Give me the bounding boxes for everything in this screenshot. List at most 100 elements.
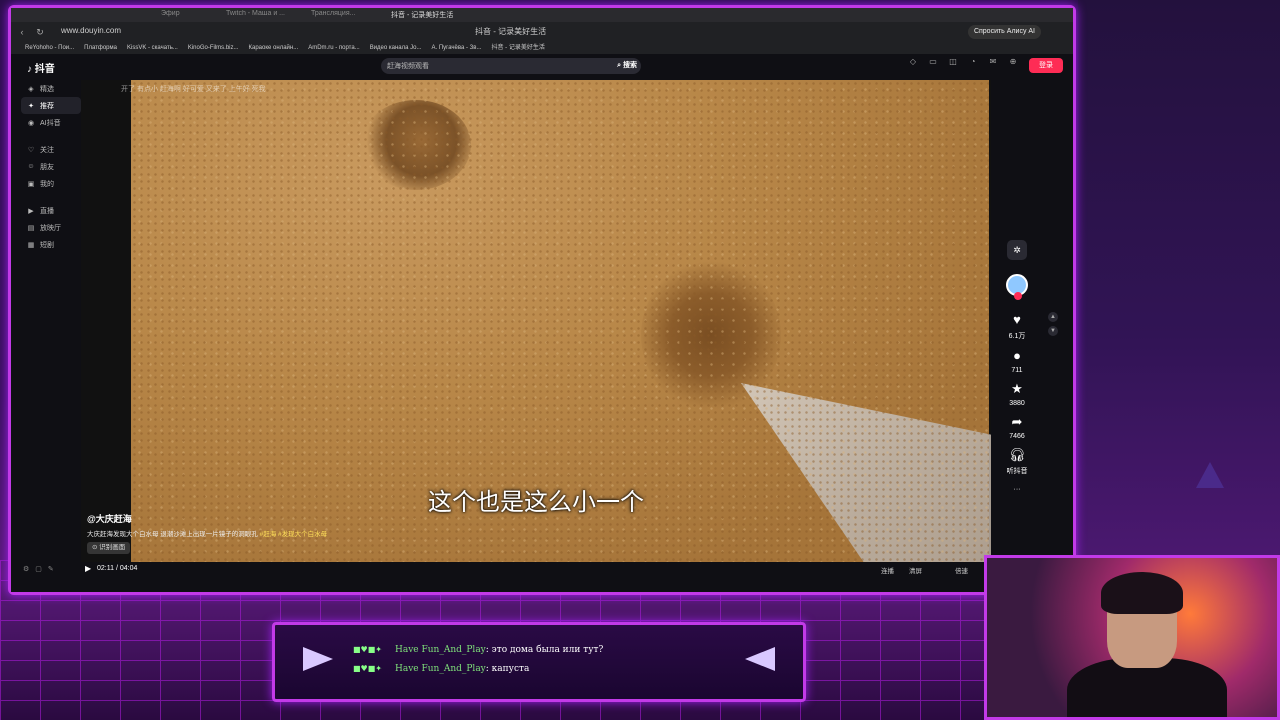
short-drama-icon: ▦ [27,241,35,249]
login-button[interactable]: 登录 [1029,58,1063,73]
player-controls: ▶ 02:11 / 04:04 连播 清屏 倍速 [81,562,991,578]
sidebar-item-mine[interactable]: ▣ 我的 [21,175,81,192]
sidebar-item-label: 推荐 [40,102,54,110]
settings-icon[interactable]: ⚙ [23,565,29,573]
chat-text: капуста [491,664,530,674]
recognize-frame-button[interactable]: ⊙ 识别画面 [87,542,131,554]
browser-window: Эфир Twitch - Маша и ... Трансляция... 抖… [8,5,1076,595]
listen-label: 听抖音 [1006,468,1028,475]
sidebar-item-cinema[interactable]: ▤ 放映厅 [21,219,81,236]
search-button[interactable]: ⌕ 搜索 [617,60,637,70]
recommend-icon: ✦ [28,102,34,110]
sidebar-divider [21,192,81,202]
listen-action[interactable]: 🎧︎ 听抖音 [1007,447,1028,476]
sidebar-item-label: 直播 [40,207,54,215]
triangle-decoration [1196,462,1224,488]
douyin-logo[interactable]: ♪ 抖音 [27,60,55,75]
bookmark[interactable]: Караоке онлайн... [249,42,299,54]
message-icon[interactable]: ✉ [987,57,999,66]
address-bar: ‹ ↻ www.douyin.com 抖音 - 记录美好生活 Спросить … [11,22,1073,42]
speed-button[interactable]: 倍速 [955,565,968,575]
favorite-count: 3880 [1009,400,1025,407]
sidebar-item-friends[interactable]: ☺ 朋友 [21,158,81,175]
favorite-action[interactable]: ★ 3880 [1009,381,1025,407]
sidebar-item-recommend[interactable]: ✦ 推荐 [21,97,81,114]
overlay-right-panel [1078,0,1280,560]
danmaku-comments: 开了 有点小 赶海啊 好可爱 又来了 上午好 死我 [121,86,266,93]
bookmarks-bar: ReYohoho - Пои... Платформа KissVK - ска… [11,42,1073,54]
more-action[interactable]: ··· [1014,483,1021,493]
author-avatar[interactable] [1006,274,1028,300]
sidebar-item-label: 朋友 [40,163,54,171]
share-action[interactable]: ➦ 7466 [1009,414,1025,440]
cinema-icon: ▤ [27,224,35,232]
ai-assistant-icon[interactable]: ✲ [1007,240,1027,260]
sand-hole [641,260,781,410]
caption-text: 大庆赶海发现大个白水母 退潮沙滩上出现一片镜子的洞眼孔 [87,531,258,538]
follow-plus-icon[interactable] [1014,292,1022,300]
chat-overlay: ■♥■✦ Have Fun_And_Play: это дома была или… [272,622,806,702]
bookmark[interactable]: KissVK - скачать... [127,42,178,54]
comment-count: 711 [1011,367,1023,374]
autoplay-toggle[interactable]: 连播 [881,565,894,575]
friends-icon: ☺ [27,163,35,170]
sidebar-item-label: 放映厅 [40,224,61,232]
notification-icon[interactable]: ◔ [967,57,979,66]
client-icon[interactable]: ▭ [927,57,939,66]
reload-icon[interactable]: ↻ [33,25,47,39]
ask-alice-button[interactable]: Спросить Алису AI [967,25,1041,39]
douyin-page: ♪ 抖音 赶海视频观看 ⌕ 搜索 ◇ ▭ ◫ ◔ ✉ ⊕ 登录 ◈ 精选 ✦ 推荐 … [11,54,1073,592]
action-rail: ✲ ♥ 6.1万 ● 711 ★ 3880 ➦ 7466 🎧︎ 听抖音 ··· [1001,240,1033,500]
sidebar-item-ai[interactable]: ◉ AI抖音 [21,114,81,131]
bookmark[interactable]: ReYohoho - Пои... [25,42,74,54]
sidebar-item-label: 短剧 [40,241,54,249]
sidebar: ◈ 精选 ✦ 推荐 ◉ AI抖音 ♡ 关注 ☺ 朋友 ▣ 我的 ▶ 直播 ▤ 放映厅 ▦ 短剧 [21,80,81,253]
wallpaper-icon[interactable]: ◫ [947,57,959,66]
caption-hashtags[interactable]: #赶海 #发现大个白水母 [260,531,328,538]
screen-icon[interactable]: ▢ [35,565,42,573]
sidebar-item-featured[interactable]: ◈ 精选 [21,80,81,97]
chevron-down-icon[interactable]: ▼ [1048,326,1058,336]
back-icon[interactable]: ‹ [15,25,29,39]
browser-tab[interactable]: Трансляция... [311,10,381,22]
browser-tab[interactable]: Twitch - Маша и ... [226,10,296,22]
play-icon[interactable]: ▶ [85,564,91,573]
browser-tab-active[interactable]: 抖音 - 记录美好生活 [391,10,471,22]
bookmark[interactable]: 抖音 - 记录美好生活 [491,42,544,54]
play-triangle-icon [745,647,775,671]
video-author[interactable]: @大庆赶海 [87,512,132,525]
video-caption: 大庆赶海发现大个白水母 退潮沙滩上出现一片镜子的洞眼孔 #赶海 #发现大个白水母 [87,528,327,538]
comment-icon: ● [1013,348,1021,363]
sidebar-item-short-drama[interactable]: ▦ 短剧 [21,236,81,253]
comment-action[interactable]: ● 711 [1011,348,1022,374]
video-player[interactable]: 开了 有点小 赶海啊 好可爱 又来了 上午好 死我 这个也是这么小一个 @大庆赶… [81,80,991,562]
sidebar-item-live[interactable]: ▶ 直播 [21,202,81,219]
bookmark[interactable]: А. Пугачёва - Зв... [432,42,482,54]
like-action[interactable]: ♥ 6.1万 [1009,312,1026,341]
bookmark[interactable]: Платформа [84,42,117,54]
sidebar-item-follow[interactable]: ♡ 关注 [21,141,81,158]
featured-icon: ◈ [28,85,34,93]
search-input[interactable]: 赶海视频观看 [387,61,429,71]
chat-badges-icon: ■♥■✦ [353,645,382,654]
url-field[interactable]: www.douyin.com [61,26,121,35]
play-triangle-icon [303,647,333,671]
clear-screen-toggle[interactable]: 清屏 [909,565,922,575]
upload-icon[interactable]: ⊕ [1007,57,1019,66]
streamer-webcam [984,555,1280,720]
chevron-up-icon[interactable]: ▲ [1048,312,1058,322]
bookmark[interactable]: KinoGo-Films.biz... [188,42,239,54]
logo-text: 抖音 [34,64,55,75]
feedback-icon[interactable]: ✎ [48,565,54,573]
login-label: 登录 [1039,62,1053,69]
bookmark[interactable]: Видео канала Jo... [370,42,422,54]
search-box[interactable]: 赶海视频观看 ⌕ 搜索 [381,58,641,74]
search-button-label: 搜索 [623,62,637,69]
share-icon: ➦ [1011,414,1023,429]
bookmark[interactable]: AmDm.ru - порта... [308,42,359,54]
like-count: 6.1万 [1008,333,1026,340]
shovel-blade [741,383,991,562]
sidebar-item-label: 我的 [40,180,54,188]
wallet-icon[interactable]: ◇ [907,57,919,66]
browser-tab[interactable]: Эфир [161,10,221,22]
